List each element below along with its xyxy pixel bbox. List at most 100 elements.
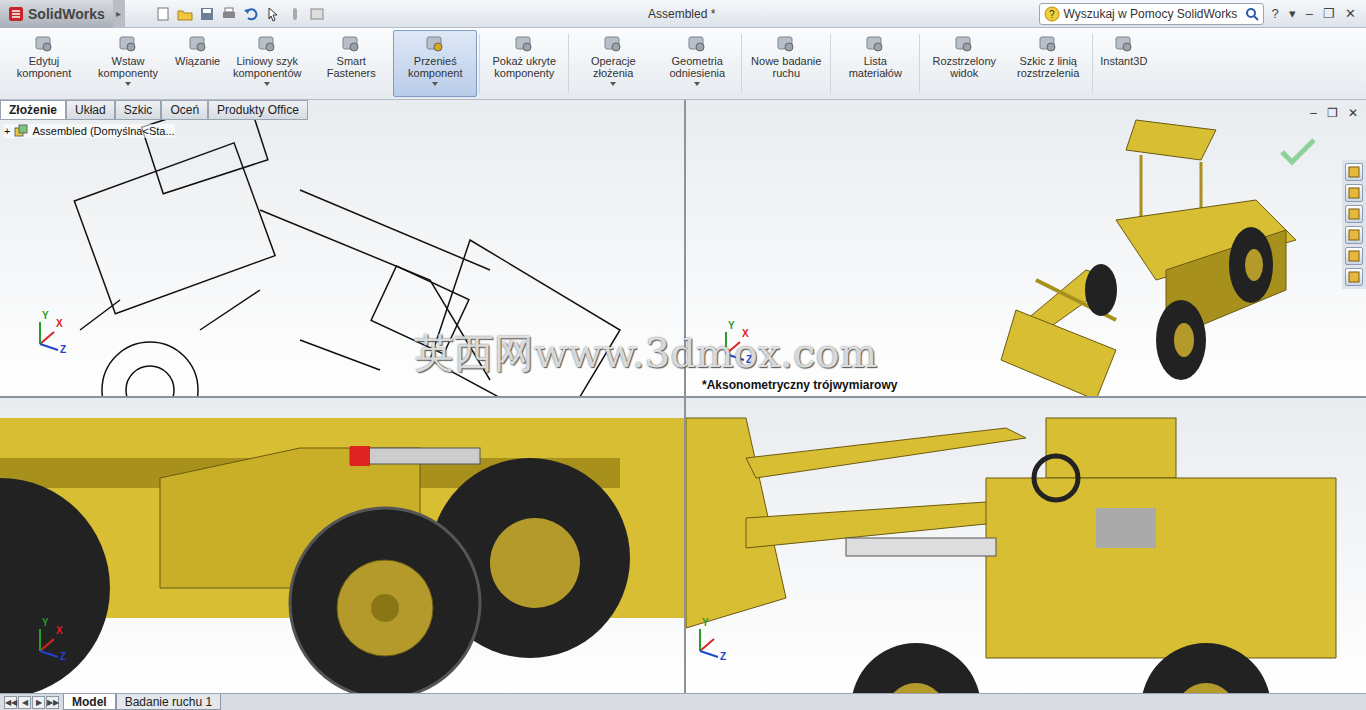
solidworks-logo-icon (8, 6, 24, 22)
axis-label: Y (728, 320, 735, 331)
viewport[interactable]: XYZ (0, 398, 684, 693)
app-name: SolidWorks (28, 6, 105, 22)
checkmark-icon (1278, 136, 1318, 166)
ribbon-label: Pokaż ukryte komponenty (487, 55, 561, 79)
dropdown-arrow-icon[interactable] (431, 79, 439, 87)
ribbon-label: Wstaw komponenty (91, 55, 165, 79)
viewport[interactable]: YZ (686, 398, 1366, 693)
expand-button[interactable]: ▸ (113, 0, 125, 28)
task-pane-button[interactable] (1345, 163, 1363, 181)
search-field[interactable]: ? Wyszukaj w Pomocy SolidWorks (1039, 3, 1264, 25)
bottom-tab[interactable]: Model (63, 694, 116, 710)
ribbon-button[interactable]: Pokaż ukryte komponenty (482, 30, 566, 97)
appearance-icon (1346, 248, 1362, 264)
dropdown-arrow-icon[interactable] (124, 79, 132, 87)
dropdown-arrow-icon (263, 81, 271, 87)
window-controls: ? ▾–❐ ✕ (1272, 6, 1366, 21)
viewport-control[interactable]: ❐ (1327, 106, 1338, 120)
undo-icon (243, 6, 259, 22)
ribbon-button[interactable]: Instant3D (1095, 30, 1152, 97)
svg-text:?: ? (1049, 9, 1055, 20)
tool-icon (424, 33, 446, 55)
dropdown-arrow-icon[interactable] (693, 79, 701, 87)
confirm-check[interactable] (1278, 136, 1318, 170)
window-control[interactable]: ❐ (1323, 6, 1335, 21)
ribbon-label: Edytuj komponent (7, 55, 81, 79)
feature-tree-root[interactable]: + Assembled (Domyślna<Sta... (4, 124, 175, 138)
nav-button[interactable]: ▶▶ (46, 696, 59, 709)
dropdown-arrow-icon (431, 81, 439, 87)
task-pane-button[interactable] (1345, 247, 1363, 265)
rebuild-icon (287, 6, 303, 22)
new-document-icon (155, 6, 171, 22)
search-placeholder: Wyszukaj w Pomocy SolidWorks (1064, 7, 1241, 21)
tool-icon (1113, 33, 1135, 55)
window-title: Assembled * (325, 7, 1039, 21)
axis-label: Y (42, 617, 49, 628)
ribbon-button[interactable]: Lista materiałów (833, 30, 917, 97)
ribbon-separator (741, 34, 742, 93)
ribbon-button[interactable]: Szkic z linią rozstrzelenia (1006, 30, 1090, 97)
app-logo[interactable]: SolidWorks (0, 0, 113, 28)
task-pane-button[interactable] (1345, 205, 1363, 223)
ribbon-label: Lista materiałów (838, 55, 912, 79)
bottom-tab[interactable]: Badanie ruchu 1 (116, 694, 221, 710)
command-tab[interactable]: Układ (66, 100, 115, 119)
axis-label: Z (720, 651, 726, 662)
viewport-grid: XYZ ZłożenieUkładSzkicOceńProdukty Office… (0, 100, 1366, 693)
magnifier-icon (1245, 7, 1259, 21)
tree-root-label: Assembled (Domyślna<Sta... (32, 125, 174, 137)
tool-icon (33, 33, 55, 55)
tool-icon (340, 33, 362, 55)
tool-icon (953, 33, 975, 55)
axis-label: Z (60, 344, 66, 355)
watermark: 英西网www.3dmox.com (414, 326, 877, 381)
nav-button[interactable]: ◀◀ (4, 696, 17, 709)
ribbon-separator (568, 34, 569, 93)
ribbon-button[interactable]: Operacje złożenia (571, 30, 655, 97)
command-tab[interactable]: Szkic (115, 100, 162, 119)
quick-access (125, 6, 325, 22)
loader-model (0, 398, 684, 693)
viewport-controls: –❐ ✕ (1310, 106, 1358, 120)
task-pane-button[interactable] (1345, 184, 1363, 202)
task-pane-button[interactable] (1345, 268, 1363, 286)
ribbon-button[interactable]: Edytuj komponent (2, 30, 86, 97)
help-bubble-icon: ? (1044, 6, 1060, 22)
command-tab[interactable]: Produkty Office (208, 100, 308, 119)
ribbon-button[interactable]: Wiązanie (170, 30, 225, 97)
view-palette-icon (1346, 227, 1362, 243)
ribbon-button[interactable]: Nowe badanie ruchu (744, 30, 828, 97)
nav-button[interactable]: ◀ (18, 696, 31, 709)
ribbon-button[interactable]: Przenieś komponent (393, 30, 477, 97)
window-control[interactable]: ✕ (1345, 6, 1356, 21)
dropdown-arrow-icon[interactable] (263, 79, 271, 87)
window-control[interactable]: ▾ (1289, 6, 1296, 21)
ribbon-button[interactable]: Geometria odniesienia (655, 30, 739, 97)
ribbon-label: Rozstrzelony widok (927, 55, 1001, 79)
tab-navigation: ◀◀◀▶▶▶ (0, 694, 63, 710)
title-bar: SolidWorks ▸ Assembled *? Wyszukaj w Pomocy… (0, 0, 1366, 28)
ribbon-label: Operacje złożenia (576, 55, 650, 79)
ribbon-button[interactable]: Rozstrzelony widok (922, 30, 1006, 97)
ribbon-button[interactable]: Wstaw komponenty (86, 30, 170, 97)
tool-icon (187, 33, 209, 55)
task-pane (1342, 160, 1366, 289)
command-tab[interactable]: Złożenie (0, 100, 66, 119)
task-pane-button[interactable] (1345, 226, 1363, 244)
command-tab[interactable]: Oceń (161, 100, 208, 119)
nav-button[interactable]: ▶ (32, 696, 45, 709)
ribbon-button[interactable]: Smart Fasteners (309, 30, 393, 97)
ribbon-separator (1092, 34, 1093, 93)
viewport-control[interactable]: – (1310, 106, 1317, 120)
loader-model (686, 398, 1366, 693)
viewport-control[interactable]: ✕ (1348, 106, 1358, 120)
ribbon-button[interactable]: Liniowy szyk komponentów (225, 30, 309, 97)
assembly-icon (14, 124, 28, 138)
window-control[interactable]: ? (1272, 6, 1279, 21)
print-icon (221, 6, 237, 22)
dropdown-arrow-icon[interactable] (609, 79, 617, 87)
window-control[interactable]: – (1306, 6, 1313, 21)
tree-expander[interactable]: + (4, 125, 10, 137)
bottom-bar: ◀◀◀▶▶▶ModelBadanie ruchu 1 (0, 693, 1366, 710)
